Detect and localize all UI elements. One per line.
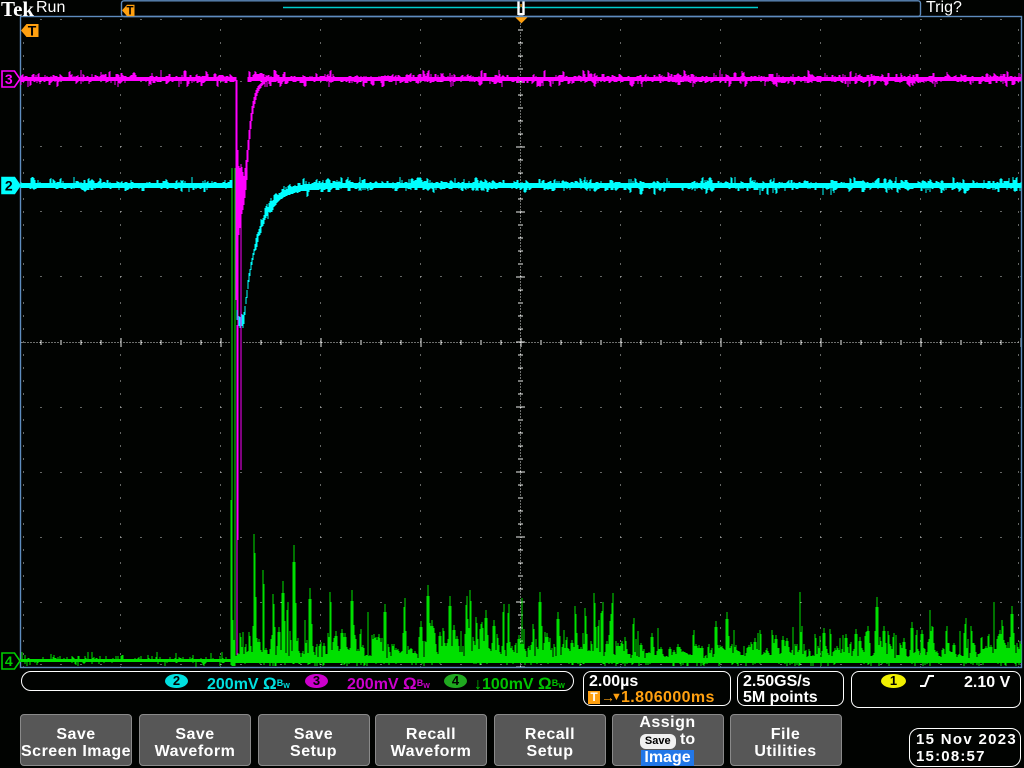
svg-text:T: T xyxy=(126,6,133,18)
svg-text:T: T xyxy=(28,23,37,39)
svg-text:3: 3 xyxy=(5,71,13,87)
svg-text:4: 4 xyxy=(5,653,13,669)
svg-text:2: 2 xyxy=(5,178,13,194)
